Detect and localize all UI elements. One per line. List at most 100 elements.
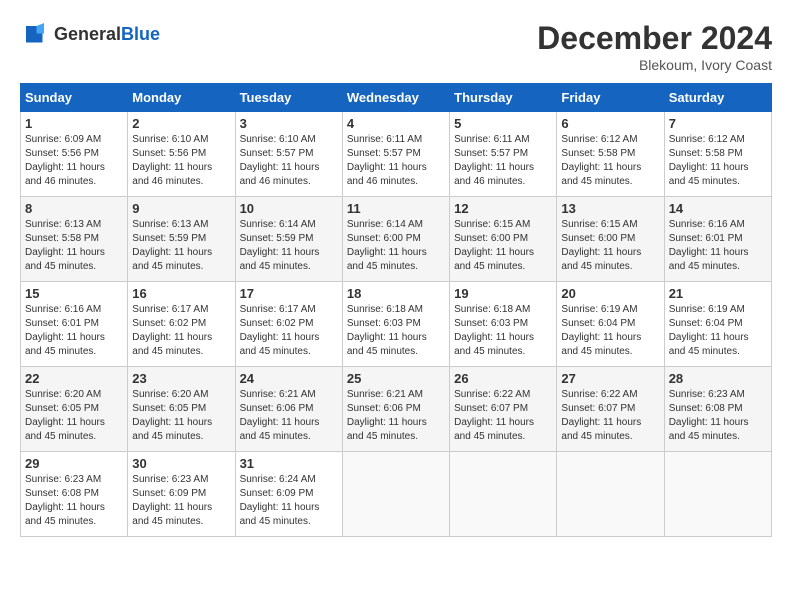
calendar-cell: 2 Sunrise: 6:10 AMSunset: 5:56 PMDayligh… bbox=[128, 112, 235, 197]
logo-general: General bbox=[54, 24, 121, 44]
day-info: Sunrise: 6:23 AMSunset: 6:09 PMDaylight:… bbox=[132, 474, 212, 527]
day-info: Sunrise: 6:15 AMSunset: 6:00 PMDaylight:… bbox=[454, 219, 534, 272]
calendar-cell: 8 Sunrise: 6:13 AMSunset: 5:58 PMDayligh… bbox=[21, 197, 128, 282]
calendar-cell: 23 Sunrise: 6:20 AMSunset: 6:05 PMDaylig… bbox=[128, 367, 235, 452]
day-number: 30 bbox=[132, 456, 230, 471]
calendar-cell bbox=[664, 452, 771, 537]
calendar-cell: 29 Sunrise: 6:23 AMSunset: 6:08 PMDaylig… bbox=[21, 452, 128, 537]
calendar-cell bbox=[450, 452, 557, 537]
day-info: Sunrise: 6:19 AMSunset: 6:04 PMDaylight:… bbox=[561, 304, 641, 357]
day-number: 18 bbox=[347, 286, 445, 301]
calendar-cell: 21 Sunrise: 6:19 AMSunset: 6:04 PMDaylig… bbox=[664, 282, 771, 367]
calendar-cell: 18 Sunrise: 6:18 AMSunset: 6:03 PMDaylig… bbox=[342, 282, 449, 367]
header-wednesday: Wednesday bbox=[342, 84, 449, 112]
logo-text: GeneralBlue bbox=[54, 25, 160, 45]
day-number: 2 bbox=[132, 116, 230, 131]
calendar-cell: 15 Sunrise: 6:16 AMSunset: 6:01 PMDaylig… bbox=[21, 282, 128, 367]
day-info: Sunrise: 6:12 AMSunset: 5:58 PMDaylight:… bbox=[669, 134, 749, 187]
logo-blue: Blue bbox=[121, 24, 160, 44]
day-info: Sunrise: 6:18 AMSunset: 6:03 PMDaylight:… bbox=[347, 304, 427, 357]
day-number: 27 bbox=[561, 371, 659, 386]
calendar-cell: 19 Sunrise: 6:18 AMSunset: 6:03 PMDaylig… bbox=[450, 282, 557, 367]
calendar-table: Sunday Monday Tuesday Wednesday Thursday… bbox=[20, 83, 772, 537]
day-number: 15 bbox=[25, 286, 123, 301]
header-friday: Friday bbox=[557, 84, 664, 112]
month-title: December 2024 bbox=[537, 20, 772, 57]
day-number: 10 bbox=[240, 201, 338, 216]
day-number: 12 bbox=[454, 201, 552, 216]
calendar-cell: 27 Sunrise: 6:22 AMSunset: 6:07 PMDaylig… bbox=[557, 367, 664, 452]
day-number: 22 bbox=[25, 371, 123, 386]
calendar-week-row: 8 Sunrise: 6:13 AMSunset: 5:58 PMDayligh… bbox=[21, 197, 772, 282]
day-number: 28 bbox=[669, 371, 767, 386]
day-number: 13 bbox=[561, 201, 659, 216]
day-number: 9 bbox=[132, 201, 230, 216]
day-info: Sunrise: 6:22 AMSunset: 6:07 PMDaylight:… bbox=[454, 389, 534, 442]
header-saturday: Saturday bbox=[664, 84, 771, 112]
day-number: 17 bbox=[240, 286, 338, 301]
day-info: Sunrise: 6:18 AMSunset: 6:03 PMDaylight:… bbox=[454, 304, 534, 357]
day-number: 24 bbox=[240, 371, 338, 386]
day-info: Sunrise: 6:13 AMSunset: 5:58 PMDaylight:… bbox=[25, 219, 105, 272]
calendar-cell: 6 Sunrise: 6:12 AMSunset: 5:58 PMDayligh… bbox=[557, 112, 664, 197]
day-info: Sunrise: 6:17 AMSunset: 6:02 PMDaylight:… bbox=[240, 304, 320, 357]
day-info: Sunrise: 6:21 AMSunset: 6:06 PMDaylight:… bbox=[240, 389, 320, 442]
calendar-cell: 20 Sunrise: 6:19 AMSunset: 6:04 PMDaylig… bbox=[557, 282, 664, 367]
header-monday: Monday bbox=[128, 84, 235, 112]
day-number: 7 bbox=[669, 116, 767, 131]
day-info: Sunrise: 6:10 AMSunset: 5:57 PMDaylight:… bbox=[240, 134, 320, 187]
day-number: 4 bbox=[347, 116, 445, 131]
day-info: Sunrise: 6:15 AMSunset: 6:00 PMDaylight:… bbox=[561, 219, 641, 272]
calendar-header-row: Sunday Monday Tuesday Wednesday Thursday… bbox=[21, 84, 772, 112]
calendar-cell: 22 Sunrise: 6:20 AMSunset: 6:05 PMDaylig… bbox=[21, 367, 128, 452]
day-number: 20 bbox=[561, 286, 659, 301]
day-info: Sunrise: 6:20 AMSunset: 6:05 PMDaylight:… bbox=[25, 389, 105, 442]
calendar-cell: 9 Sunrise: 6:13 AMSunset: 5:59 PMDayligh… bbox=[128, 197, 235, 282]
day-info: Sunrise: 6:14 AMSunset: 6:00 PMDaylight:… bbox=[347, 219, 427, 272]
day-info: Sunrise: 6:09 AMSunset: 5:56 PMDaylight:… bbox=[25, 134, 105, 187]
calendar-week-row: 1 Sunrise: 6:09 AMSunset: 5:56 PMDayligh… bbox=[21, 112, 772, 197]
day-info: Sunrise: 6:23 AMSunset: 6:08 PMDaylight:… bbox=[669, 389, 749, 442]
calendar-week-row: 15 Sunrise: 6:16 AMSunset: 6:01 PMDaylig… bbox=[21, 282, 772, 367]
calendar-cell: 10 Sunrise: 6:14 AMSunset: 5:59 PMDaylig… bbox=[235, 197, 342, 282]
day-info: Sunrise: 6:10 AMSunset: 5:56 PMDaylight:… bbox=[132, 134, 212, 187]
day-number: 8 bbox=[25, 201, 123, 216]
day-info: Sunrise: 6:21 AMSunset: 6:06 PMDaylight:… bbox=[347, 389, 427, 442]
day-info: Sunrise: 6:14 AMSunset: 5:59 PMDaylight:… bbox=[240, 219, 320, 272]
calendar-cell: 12 Sunrise: 6:15 AMSunset: 6:00 PMDaylig… bbox=[450, 197, 557, 282]
day-info: Sunrise: 6:17 AMSunset: 6:02 PMDaylight:… bbox=[132, 304, 212, 357]
calendar-cell: 5 Sunrise: 6:11 AMSunset: 5:57 PMDayligh… bbox=[450, 112, 557, 197]
day-number: 3 bbox=[240, 116, 338, 131]
day-number: 29 bbox=[25, 456, 123, 471]
day-number: 14 bbox=[669, 201, 767, 216]
header-tuesday: Tuesday bbox=[235, 84, 342, 112]
calendar-cell: 26 Sunrise: 6:22 AMSunset: 6:07 PMDaylig… bbox=[450, 367, 557, 452]
day-number: 31 bbox=[240, 456, 338, 471]
day-number: 11 bbox=[347, 201, 445, 216]
calendar-cell: 31 Sunrise: 6:24 AMSunset: 6:09 PMDaylig… bbox=[235, 452, 342, 537]
calendar-cell: 7 Sunrise: 6:12 AMSunset: 5:58 PMDayligh… bbox=[664, 112, 771, 197]
day-number: 1 bbox=[25, 116, 123, 131]
day-info: Sunrise: 6:11 AMSunset: 5:57 PMDaylight:… bbox=[454, 134, 534, 187]
day-number: 19 bbox=[454, 286, 552, 301]
page-header: GeneralBlue December 2024 Blekoum, Ivory… bbox=[20, 20, 772, 73]
day-number: 25 bbox=[347, 371, 445, 386]
calendar-cell: 28 Sunrise: 6:23 AMSunset: 6:08 PMDaylig… bbox=[664, 367, 771, 452]
header-thursday: Thursday bbox=[450, 84, 557, 112]
day-info: Sunrise: 6:11 AMSunset: 5:57 PMDaylight:… bbox=[347, 134, 427, 187]
location-title: Blekoum, Ivory Coast bbox=[537, 57, 772, 73]
day-number: 26 bbox=[454, 371, 552, 386]
calendar-cell: 24 Sunrise: 6:21 AMSunset: 6:06 PMDaylig… bbox=[235, 367, 342, 452]
calendar-cell: 16 Sunrise: 6:17 AMSunset: 6:02 PMDaylig… bbox=[128, 282, 235, 367]
day-number: 5 bbox=[454, 116, 552, 131]
day-number: 6 bbox=[561, 116, 659, 131]
calendar-cell: 30 Sunrise: 6:23 AMSunset: 6:09 PMDaylig… bbox=[128, 452, 235, 537]
calendar-cell: 1 Sunrise: 6:09 AMSunset: 5:56 PMDayligh… bbox=[21, 112, 128, 197]
day-number: 23 bbox=[132, 371, 230, 386]
day-number: 21 bbox=[669, 286, 767, 301]
day-info: Sunrise: 6:24 AMSunset: 6:09 PMDaylight:… bbox=[240, 474, 320, 527]
day-info: Sunrise: 6:12 AMSunset: 5:58 PMDaylight:… bbox=[561, 134, 641, 187]
logo-icon bbox=[20, 20, 50, 50]
calendar-cell: 3 Sunrise: 6:10 AMSunset: 5:57 PMDayligh… bbox=[235, 112, 342, 197]
logo: GeneralBlue bbox=[20, 20, 160, 50]
